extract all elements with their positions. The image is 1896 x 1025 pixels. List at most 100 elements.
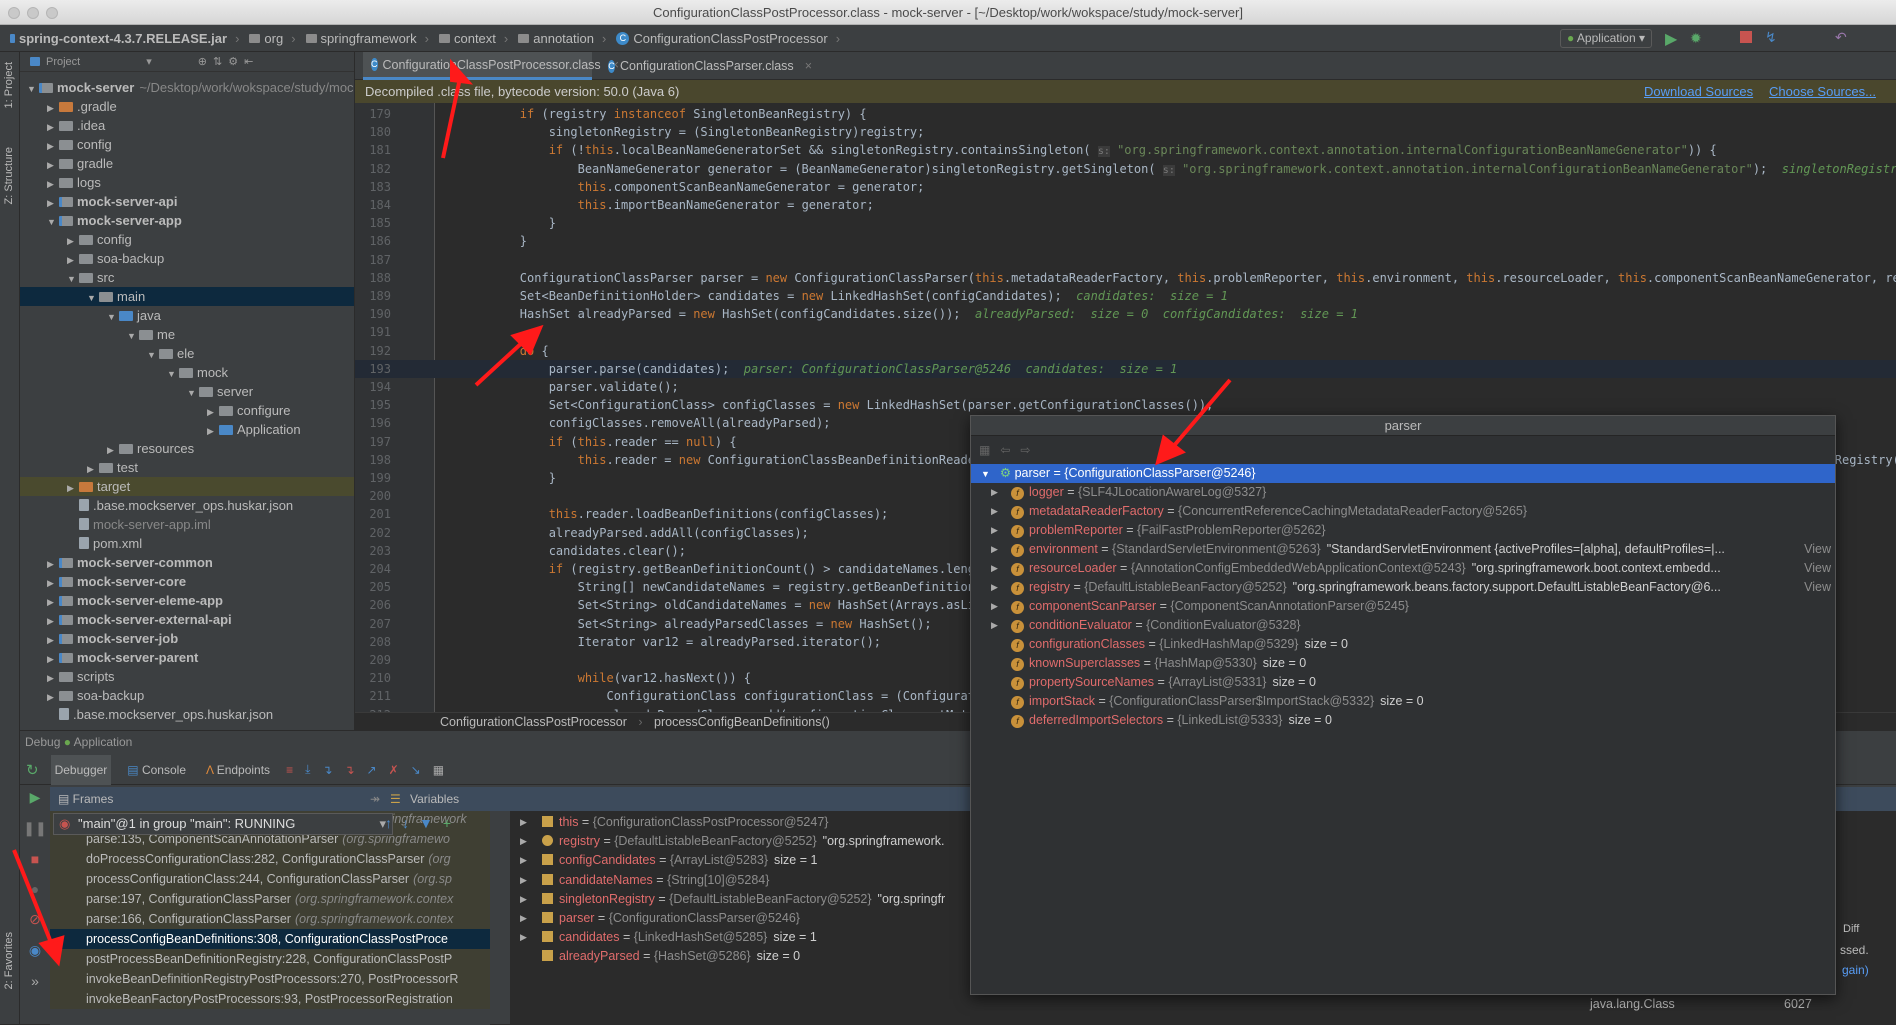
variable-row[interactable]: ▶ registry = {DefaultListableBeanFactory@… xyxy=(510,832,944,851)
variable-row[interactable]: ▶ candidates = {LinkedHashSet@5285} size =… xyxy=(510,928,817,947)
variable-row[interactable]: alreadyParsed = {HashSet@5286} size = 0 xyxy=(510,947,800,966)
popup-field-row[interactable]: ▶ f conditionEvaluator = {ConditionEvaluat… xyxy=(971,616,1835,635)
breadcrumb-jar[interactable]: spring-context-4.3.7.RELEASE.jar xyxy=(10,31,245,46)
popup-field-row[interactable]: f configurationClasses = {LinkedHashMap@5… xyxy=(971,635,1835,654)
frame-item[interactable]: parse:166, ConfigurationClassParser (org.… xyxy=(50,909,490,929)
drop-frame-icon[interactable]: ✗ xyxy=(389,763,399,777)
frame-item[interactable]: processConfigurationClass:244, Configura… xyxy=(50,869,490,889)
frame-item[interactable]: processConfigBeanDefinitions:308, Config… xyxy=(50,929,490,949)
tree-item[interactable]: ▶ Application xyxy=(20,420,354,439)
chevron-right-icon[interactable]: ▶ xyxy=(520,813,527,832)
tree-item[interactable]: ▶ soa-backup xyxy=(20,249,354,268)
chevron-right-icon[interactable]: ▶ xyxy=(991,502,998,521)
camera-icon[interactable]: ◉ xyxy=(29,942,41,959)
tree-item[interactable]: ▶ mock-server-api xyxy=(20,192,354,211)
popup-field-row[interactable]: ▶ f logger = {SLF4JLocationAwareLog@5327} xyxy=(971,483,1835,502)
popup-field-row[interactable]: ▶ f registry = {DefaultListableBeanFactory… xyxy=(971,578,1835,597)
breadcrumb-class[interactable]: C ConfigurationClassPostProcessor xyxy=(616,31,846,46)
tree-item[interactable]: ▶ soa-backup xyxy=(20,686,354,705)
frame-item[interactable]: invokeBeanFactoryPostProcessors:93, Post… xyxy=(50,989,490,1009)
tree-item[interactable]: ▶ scripts xyxy=(20,667,354,686)
rerun-icon[interactable]: ↻ xyxy=(26,761,39,779)
tree-item[interactable]: ▼ mock-server-app xyxy=(20,211,354,230)
chevron-right-icon[interactable]: ▶ xyxy=(991,559,998,578)
tree-item[interactable]: ▶ mock-server-job xyxy=(20,629,354,648)
run-to-cursor-icon[interactable]: ↘ xyxy=(411,763,421,777)
pause-icon[interactable]: ❚❚ xyxy=(23,820,46,837)
minimize-window-button[interactable] xyxy=(27,7,39,19)
chevron-right-icon[interactable]: ▶ xyxy=(520,909,527,928)
tab-configurationclassparser[interactable]: C ConfigurationClassParser.class × xyxy=(600,52,812,80)
breadcrumb-springframework[interactable]: springframework xyxy=(305,31,435,46)
close-tab-icon[interactable]: × xyxy=(805,53,812,79)
step-into-icon[interactable]: ↴ xyxy=(322,763,332,777)
tree-item[interactable]: ▶ mock-server-parent xyxy=(20,648,354,667)
tree-item[interactable]: ▶ mock-server-core xyxy=(20,572,354,591)
stop-icon[interactable] xyxy=(1740,31,1752,43)
tree-item[interactable]: ▶ test xyxy=(20,458,354,477)
popup-field-row[interactable]: ▶ f metadataReaderFactory = {ConcurrentRef… xyxy=(971,502,1835,521)
structure-tool-button[interactable]: Z: Structure xyxy=(3,147,15,204)
frame-item[interactable]: parse:197, ConfigurationClassParser (org.… xyxy=(50,889,490,909)
variable-row[interactable]: ▶ configCandidates = {ArrayList@5283} size… xyxy=(510,851,817,870)
chevron-right-icon[interactable]: ▶ xyxy=(991,578,998,597)
popup-field-row[interactable]: f importStack = {ConfigurationClassParser… xyxy=(971,692,1835,711)
view-link[interactable]: View xyxy=(1804,578,1831,597)
stop-icon[interactable]: ■ xyxy=(31,851,39,867)
evaluate-icon[interactable]: ▦ xyxy=(433,763,444,777)
force-step-into-icon[interactable]: ↴ xyxy=(344,763,354,777)
tree-item[interactable]: ▶ config xyxy=(20,230,354,249)
variable-row[interactable]: ▶ candidateNames = {String[10]@5284} xyxy=(510,871,769,890)
revert-icon[interactable]: ↶ xyxy=(1835,29,1847,46)
variable-row[interactable]: ▶ singletonRegistry = {DefaultListableBea… xyxy=(510,890,945,909)
step-out-icon[interactable]: ↗ xyxy=(367,763,377,777)
tree-item[interactable]: ▼ ele xyxy=(20,344,354,363)
debug-config-tab[interactable]: Application xyxy=(74,735,133,749)
filter-icon[interactable]: ▼ xyxy=(419,815,433,831)
tree-item[interactable]: ▶ mock-server-external-api xyxy=(20,610,354,629)
pin-icon[interactable]: ↠ xyxy=(370,787,380,811)
hide-icon[interactable]: ⇤ xyxy=(244,55,253,68)
project-tool-button[interactable]: 1: Project xyxy=(3,62,15,108)
tree-item[interactable]: ▼ src xyxy=(20,268,354,287)
popup-field-row[interactable]: ▶ f problemReporter = {FailFastProblemRepo… xyxy=(971,521,1835,540)
fragment-link[interactable]: gain) xyxy=(1842,963,1869,977)
tree-item[interactable]: .base.mockserver_ops.huskar.json xyxy=(20,496,354,515)
breadcrumb-annotation[interactable]: annotation xyxy=(518,31,612,46)
zoom-window-button[interactable] xyxy=(46,7,58,19)
popup-root-row[interactable]: ▼ ⚙ parser = {ConfigurationClassParser@52… xyxy=(971,464,1835,483)
chevron-right-icon[interactable]: ▶ xyxy=(520,851,527,870)
favorites-tool-button[interactable]: 2: Favorites xyxy=(3,932,15,989)
variable-row[interactable]: ▶ this = {ConfigurationClassPostProcessor… xyxy=(510,813,828,832)
tree-item[interactable]: ▼ mock-server ~/Desktop/work/wokspace/stud… xyxy=(20,78,354,97)
tree-item[interactable]: ▼ me xyxy=(20,325,354,344)
breadcrumb-org[interactable]: org xyxy=(249,31,301,46)
tab-debugger[interactable]: Debugger xyxy=(50,754,112,785)
popup-field-row[interactable]: f propertySourceNames = {ArrayList@5331} s… xyxy=(971,673,1835,692)
frame-item[interactable]: postProcessBeanDefinitionRegistry:228, C… xyxy=(50,949,490,969)
resume-icon[interactable]: ▶ xyxy=(30,789,41,806)
breadcrumb-context[interactable]: context xyxy=(438,31,514,46)
view-breakpoints-icon[interactable]: ● xyxy=(31,881,39,897)
more-icon[interactable]: » xyxy=(31,973,39,989)
debug-icon[interactable]: ✹ xyxy=(1690,30,1702,47)
choose-sources-link[interactable]: Choose Sources... xyxy=(1769,80,1876,103)
breadcrumb-class[interactable]: ConfigurationClassPostProcessor xyxy=(440,715,627,729)
tree-item[interactable]: ▶ configure xyxy=(20,401,354,420)
locate-icon[interactable]: ⊕ xyxy=(198,55,207,68)
tree-item[interactable]: ▶ config xyxy=(20,135,354,154)
expand-arrow-icon[interactable]: ▼ xyxy=(981,469,990,479)
tree-item[interactable]: ▼ server xyxy=(20,382,354,401)
chevron-right-icon[interactable]: ▶ xyxy=(991,616,998,635)
tab-endpoints[interactable]: Λ Endpoints xyxy=(202,755,274,785)
gear-icon[interactable]: ⚙ xyxy=(228,55,238,68)
popup-field-row[interactable]: ▶ f environment = {StandardServletEnvironm… xyxy=(971,540,1835,559)
tree-item[interactable]: ▶ .idea xyxy=(20,116,354,135)
chevron-right-icon[interactable]: ▶ xyxy=(520,832,527,851)
project-view-selector[interactable]: Project xyxy=(46,56,80,68)
variable-row[interactable]: ▶ parser = {ConfigurationClassParser@5246… xyxy=(510,909,800,928)
chevron-right-icon[interactable]: ▶ xyxy=(520,871,527,890)
mute-breakpoints-icon[interactable]: ⊘ xyxy=(29,911,41,928)
tree-item[interactable]: ▼ mock xyxy=(20,363,354,382)
tree-item[interactable]: ▶ resources xyxy=(20,439,354,458)
